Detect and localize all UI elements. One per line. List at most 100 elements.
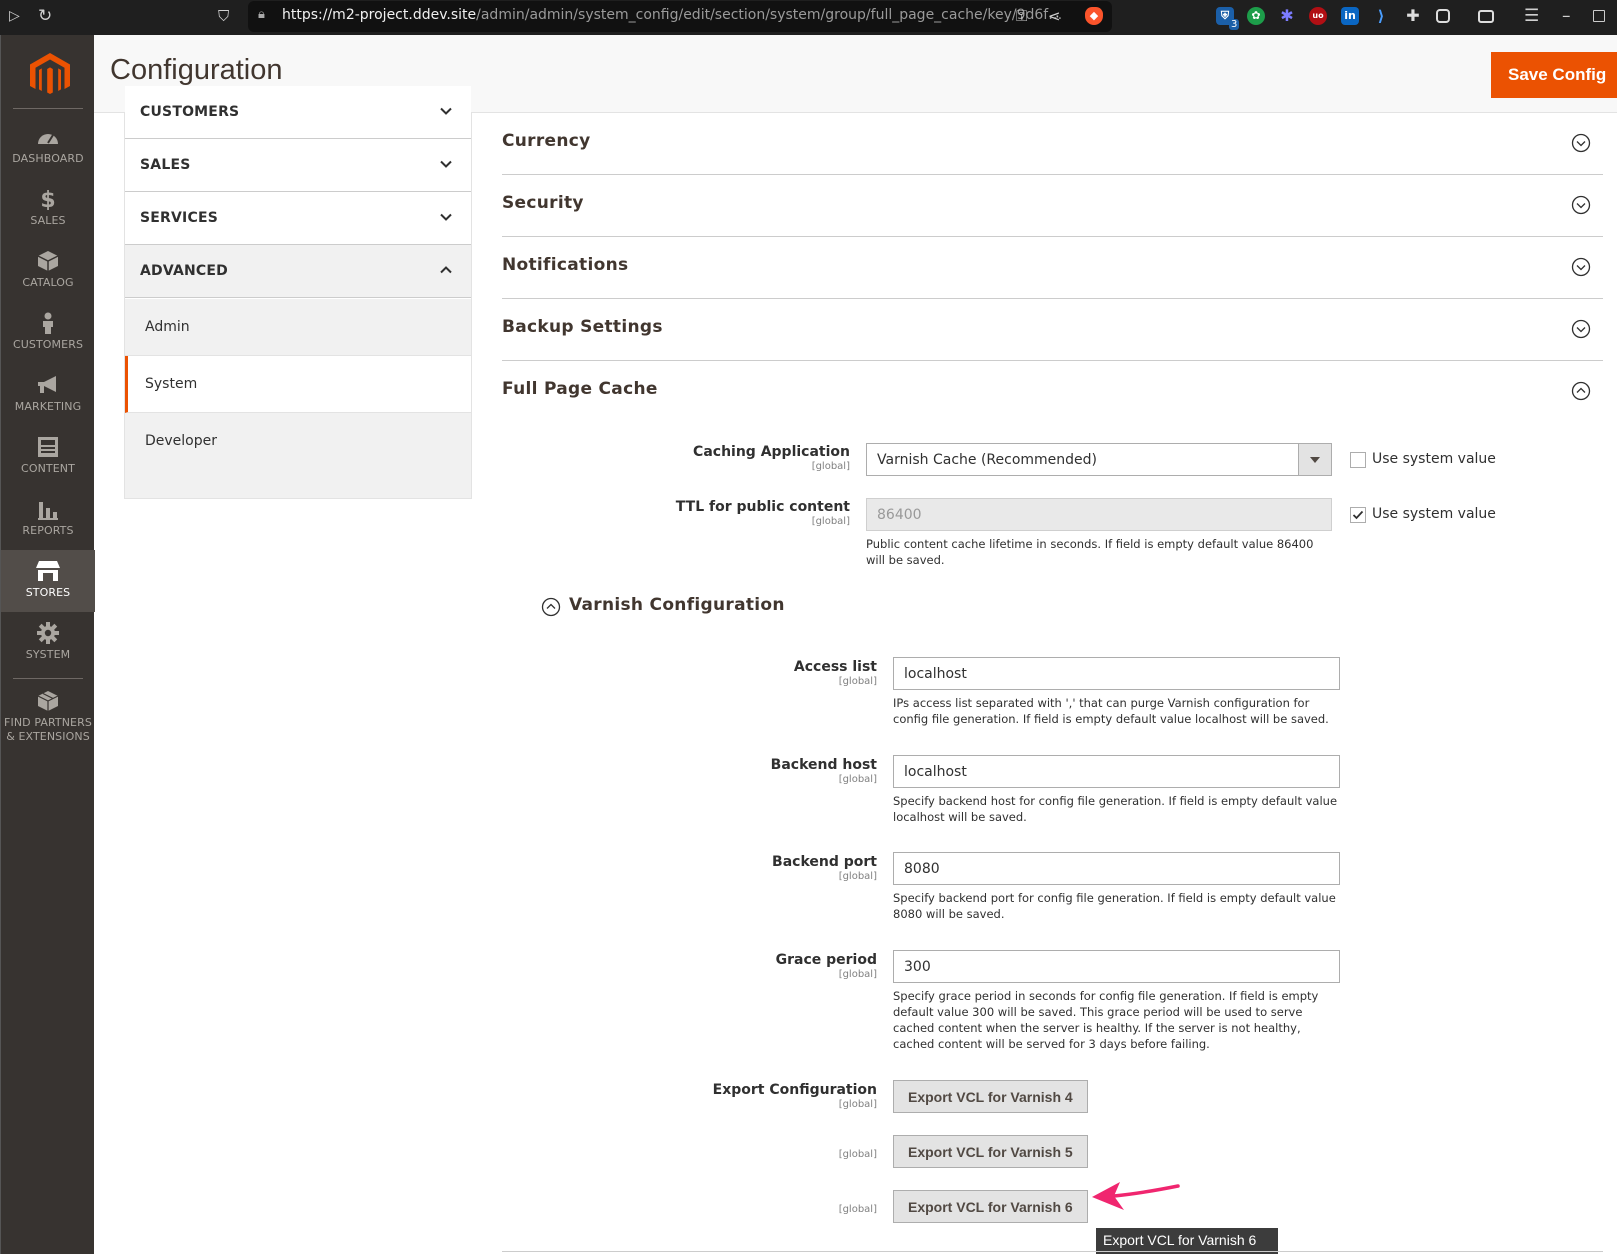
use-system-checkbox[interactable] <box>1350 452 1366 468</box>
url-text[interactable]: https://m2-project.ddev.site/admin/admin… <box>282 7 1062 23</box>
grace-period-note: Specify grace period in seconds for conf… <box>893 989 1319 1051</box>
ublock-icon[interactable]: uo <box>1309 7 1327 25</box>
scope-label: [global] <box>811 516 850 527</box>
access-list-note: IPs access list separated with ',' that … <box>893 696 1329 726</box>
section-currency[interactable]: Currency <box>502 113 1603 175</box>
export-vcl-varnish-5-button[interactable]: Export VCL for Varnish 5 <box>893 1135 1088 1168</box>
section-title: Currency <box>502 131 591 151</box>
access-list-label: Access list <box>793 659 877 675</box>
reload-icon[interactable]: ↻ <box>38 6 52 26</box>
tab-item-developer[interactable]: Developer <box>125 413 471 498</box>
expand-circle-icon <box>1571 319 1591 339</box>
tab-group-customers[interactable]: CUSTOMERS <box>125 86 471 139</box>
lock-icon: 🔒︎ <box>258 7 265 22</box>
tab-group-label: SALES <box>140 157 191 173</box>
brave-shield-icon[interactable]: ◆ <box>1085 7 1103 25</box>
export-vcl-varnish-6-button[interactable]: Export VCL for Varnish 6 <box>893 1190 1088 1223</box>
nav-content[interactable]: CONTENT <box>1 426 95 488</box>
nav-system[interactable]: SYSTEM <box>1 612 95 674</box>
dropdown-arrow-icon[interactable] <box>1298 444 1331 475</box>
ttl-label: TTL for public content <box>675 499 850 515</box>
export-vcl-varnish-4-button[interactable]: Export VCL for Varnish 4 <box>893 1080 1088 1113</box>
tab-item-system[interactable]: System <box>125 356 471 413</box>
nav-sales[interactable]: $ SALES <box>1 178 95 240</box>
scope-label: [global] <box>838 1149 877 1160</box>
section-title: Backup Settings <box>502 317 663 337</box>
svg-text:$: $ <box>40 188 55 210</box>
use-system-checkbox[interactable] <box>1350 507 1366 523</box>
dashboard-icon <box>38 134 58 144</box>
use-system-label: Use system value <box>1372 506 1496 522</box>
save-config-button[interactable]: Save Config <box>1491 52 1617 98</box>
evernote-icon[interactable]: ✿ <box>1247 7 1265 25</box>
sidebar-toggle-icon[interactable] <box>1436 9 1450 23</box>
bracket-extension-icon[interactable]: ⟩ <box>1372 7 1390 25</box>
check-icon <box>1352 510 1364 520</box>
scope-label: [global] <box>838 1099 877 1110</box>
scope-label: [global] <box>838 969 877 980</box>
caching-application-label: Caching Application <box>693 444 850 460</box>
export-config-label: Export Configuration <box>712 1082 877 1098</box>
maximize-icon[interactable] <box>1593 10 1605 22</box>
play-icon[interactable]: ▷ <box>9 6 20 26</box>
tab-item-admin[interactable]: Admin <box>125 299 471 356</box>
expand-circle-icon <box>1571 133 1591 153</box>
access-list-input[interactable]: localhost <box>893 657 1340 690</box>
backend-host-input[interactable]: localhost <box>893 755 1340 788</box>
section-backup-settings[interactable]: Backup Settings <box>502 299 1603 361</box>
page-title: Configuration <box>110 54 283 86</box>
section-divider <box>502 1251 1603 1252</box>
ttl-input: 86400 <box>866 498 1332 531</box>
grace-period-input[interactable]: 300 <box>893 950 1340 983</box>
section-notifications[interactable]: Notifications <box>502 237 1603 299</box>
section-full-page-cache[interactable]: Full Page Cache <box>502 361 1603 423</box>
tab-group-advanced[interactable]: ADVANCED <box>125 245 471 298</box>
bookmark-icon[interactable]: ⛉ <box>218 6 229 26</box>
wallet-icon[interactable] <box>1478 10 1494 23</box>
collapse-circle-icon[interactable] <box>541 597 561 617</box>
backend-host-label: Backend host <box>770 757 877 773</box>
menu-icon[interactable]: ☰ <box>1524 6 1539 26</box>
tab-group-services[interactable]: SERVICES <box>125 192 471 245</box>
ttl-note: Public content cache lifetime in seconds… <box>866 537 1314 567</box>
collapse-circle-icon <box>1571 381 1591 401</box>
scope-label: [global] <box>838 871 877 882</box>
key-icon[interactable]: ⚿ <box>1016 6 1027 26</box>
nav-marketing[interactable]: MARKETING <box>1 364 95 426</box>
nav-find-partners[interactable]: FIND PARTNERS & EXTENSIONS <box>1 680 95 752</box>
section-security[interactable]: Security <box>502 175 1603 237</box>
select-value: Varnish Cache (Recommended) <box>877 452 1097 468</box>
grace-period-label: Grace period <box>775 952 877 968</box>
caching-application-select[interactable]: Varnish Cache (Recommended) <box>866 443 1332 476</box>
content-icon <box>38 437 58 457</box>
section-title: Full Page Cache <box>502 379 658 399</box>
chevron-down-icon <box>440 160 452 168</box>
expand-circle-icon <box>1571 195 1591 215</box>
minimize-icon[interactable]: – <box>1562 6 1571 26</box>
admin-sidebar: DASHBOARD $ SALES CATALOG CUSTOMERS MARK… <box>0 35 95 1254</box>
tab-group-sales[interactable]: SALES <box>125 139 471 192</box>
tab-item-label: Developer <box>145 433 218 449</box>
backend-port-input[interactable]: 8080 <box>893 852 1340 885</box>
scope-label: [global] <box>838 1204 877 1215</box>
box-icon <box>37 251 59 271</box>
annotation-arrow-icon <box>1092 1182 1180 1210</box>
caching-app-use-system[interactable]: Use system value <box>1350 450 1510 470</box>
section-title: Security <box>502 193 584 213</box>
nav-stores[interactable]: STORES <box>1 550 95 612</box>
nav-catalog[interactable]: CATALOG <box>1 240 95 302</box>
dollar-icon: $ <box>40 188 55 210</box>
nav-reports[interactable]: REPORTS <box>1 488 95 550</box>
varnish-config-title[interactable]: Varnish Configuration <box>569 595 785 615</box>
asterisk-extension-icon[interactable]: ✱ <box>1278 7 1296 25</box>
puzzle-icon[interactable]: ✚ <box>1404 7 1422 25</box>
backend-port-label: Backend port <box>772 854 877 870</box>
linkedin-icon[interactable]: in <box>1341 7 1359 25</box>
nav-customers[interactable]: CUSTOMERS <box>1 302 95 364</box>
nav-dashboard[interactable]: DASHBOARD <box>1 116 95 178</box>
ttl-use-system[interactable]: Use system value <box>1350 505 1510 525</box>
scope-label: [global] <box>838 774 877 785</box>
magento-logo[interactable] <box>30 53 70 97</box>
megaphone-icon <box>38 376 56 393</box>
share-icon[interactable]: ⋖ <box>1048 6 1061 26</box>
